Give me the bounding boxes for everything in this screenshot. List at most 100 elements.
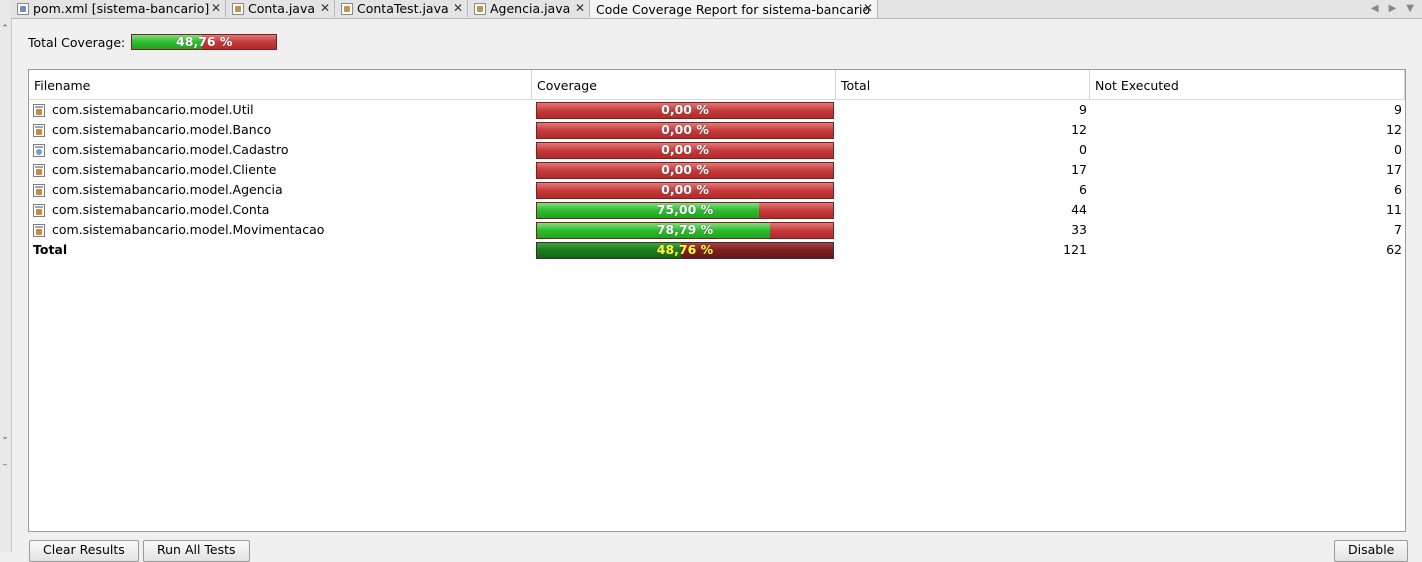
column-header-not-executed[interactable]: Not Executed xyxy=(1090,70,1405,99)
java-interface-icon xyxy=(33,143,45,157)
not-executed-cell: 7 xyxy=(1394,222,1402,237)
editor-tab-bar: pom.xml [sistema-bancario] ✕ Conta.java … xyxy=(11,0,1422,19)
filename-cell: com.sistemabancario.model.Cadastro xyxy=(33,140,533,160)
table-row[interactable]: com.sistemabancario.model.Movimentacao 78… xyxy=(29,220,1405,240)
table-header: Filename Coverage Total Not Executed xyxy=(29,70,1405,100)
column-header-filename[interactable]: Filename xyxy=(29,70,532,99)
tab-navigation: ◀ ▶ ▼ xyxy=(1371,0,1422,17)
table-row[interactable]: com.sistemabancario.model.Agencia 0,00 % 6… xyxy=(29,180,1405,200)
total-coverage-label: Total Coverage: xyxy=(28,34,126,50)
not-executed-cell: 17 xyxy=(1386,162,1402,177)
java-class-icon xyxy=(33,163,45,177)
filename-text: com.sistemabancario.model.Cliente xyxy=(52,162,277,177)
table-row[interactable]: com.sistemabancario.model.Cadastro 0,00 %… xyxy=(29,140,1405,160)
left-gutter: ⌃ ⌄ – xyxy=(0,0,12,552)
filename-text: Total xyxy=(33,242,68,257)
table-row[interactable]: com.sistemabancario.model.Util 0,00 % 9 9 xyxy=(29,100,1405,120)
close-icon[interactable]: ✕ xyxy=(320,1,330,15)
tab-coverage-report[interactable]: Code Coverage Report for sistema-bancari… xyxy=(590,0,878,18)
table-row[interactable]: com.sistemabancario.model.Cliente 0,00 % 1… xyxy=(29,160,1405,180)
coverage-percent-text: 48,76 % xyxy=(176,34,233,49)
total-coverage-bar: 48,76 % xyxy=(131,34,278,50)
not-executed-cell: 0 xyxy=(1394,142,1402,157)
run-all-tests-button[interactable]: Run All Tests xyxy=(143,540,250,562)
total-lines-cell: 6 xyxy=(1079,182,1087,197)
table-row[interactable]: com.sistemabancario.model.Banco 0,00 % 12 1… xyxy=(29,120,1405,140)
collapse-arrow-icon[interactable]: ⌃ xyxy=(1,24,9,34)
tab-label: ContaTest.java xyxy=(357,1,449,16)
filename-text: com.sistemabancario.model.Movimentacao xyxy=(52,222,325,237)
coverage-percent-text: 0,00 % xyxy=(661,122,709,137)
total-lines-cell: 9 xyxy=(1079,102,1087,117)
coverage-cell: 48,76 % xyxy=(536,240,834,260)
table-total-row[interactable]: Total 48,76 % 121 62 xyxy=(29,240,1405,260)
coverage-percent-text: 0,00 % xyxy=(661,182,709,197)
filename-text: com.sistemabancario.model.Util xyxy=(52,102,254,117)
column-header-total[interactable]: Total xyxy=(836,70,1090,99)
tab-agencia-java[interactable]: Agencia.java ✕ xyxy=(468,0,590,17)
filename-text: com.sistemabancario.model.Banco xyxy=(52,122,272,137)
coverage-cell: 0,00 % xyxy=(536,140,834,160)
coverage-percent-text: 48,76 % xyxy=(656,242,714,257)
total-lines-cell: 121 xyxy=(1063,242,1087,257)
filename-cell: com.sistemabancario.model.Banco xyxy=(33,120,533,140)
scroll-right-icon[interactable]: ▶ xyxy=(1389,3,1397,14)
java-class-icon xyxy=(33,223,45,237)
column-header-coverage[interactable]: Coverage xyxy=(532,70,836,99)
close-icon[interactable]: ✕ xyxy=(863,1,873,15)
filename-cell: com.sistemabancario.model.Conta xyxy=(33,200,533,220)
coverage-percent-text: 78,79 % xyxy=(656,222,714,237)
not-executed-cell: 6 xyxy=(1394,182,1402,197)
tab-label: Conta.java xyxy=(248,1,316,16)
coverage-bar: 0,00 % xyxy=(536,102,834,119)
filename-cell: com.sistemabancario.model.Agencia xyxy=(33,180,533,200)
coverage-bar: 78,79 % xyxy=(536,222,834,239)
close-icon[interactable]: ✕ xyxy=(211,1,221,15)
filename-cell: com.sistemabancario.model.Cliente xyxy=(33,160,533,180)
coverage-cell: 0,00 % xyxy=(536,120,834,140)
total-lines-cell: 44 xyxy=(1071,202,1087,217)
coverage-bar: 0,00 % xyxy=(536,142,834,159)
coverage-cell: 0,00 % xyxy=(536,160,834,180)
coverage-percent-text: 75,00 % xyxy=(656,202,714,217)
total-lines-cell: 12 xyxy=(1071,122,1087,137)
coverage-cell: 75,00 % xyxy=(536,200,834,220)
total-coverage-summary: Total Coverage: 48,76 % xyxy=(28,34,278,50)
expand-arrow-icon[interactable]: ⌄ xyxy=(1,432,9,442)
coverage-bar: 0,00 % xyxy=(536,162,834,179)
not-executed-cell: 12 xyxy=(1386,122,1402,137)
table-row[interactable]: com.sistemabancario.model.Conta 75,00 % 44… xyxy=(29,200,1405,220)
coverage-bar: 0,00 % xyxy=(536,122,834,139)
disable-button[interactable]: Disable xyxy=(1334,540,1409,562)
close-icon[interactable]: ✕ xyxy=(453,1,463,15)
not-executed-cell: 11 xyxy=(1386,202,1402,217)
coverage-percent-text: 0,00 % xyxy=(661,162,709,177)
coverage-percent-text: 0,00 % xyxy=(661,102,709,117)
close-icon[interactable]: ✕ xyxy=(575,1,585,15)
coverage-bar: 48,76 % xyxy=(536,242,834,259)
coverage-cell: 78,79 % xyxy=(536,220,834,240)
filename-text: com.sistemabancario.model.Conta xyxy=(52,202,270,217)
tab-label: Agencia.java xyxy=(490,1,571,16)
tab-label: pom.xml [sistema-bancario] xyxy=(33,1,210,16)
tab-contatest-java[interactable]: ContaTest.java ✕ xyxy=(335,0,468,17)
clear-results-button[interactable]: Clear Results xyxy=(29,540,139,562)
coverage-bar: 75,00 % xyxy=(536,202,834,219)
filename-text: com.sistemabancario.model.Agencia xyxy=(52,182,283,197)
java-class-icon xyxy=(33,203,45,217)
coverage-table: Filename Coverage Total Not Executed com… xyxy=(28,69,1406,532)
coverage-percent-text: 0,00 % xyxy=(661,142,709,157)
minimize-icon[interactable]: – xyxy=(1,460,9,470)
filename-text: com.sistemabancario.model.Cadastro xyxy=(52,142,289,157)
not-executed-cell: 9 xyxy=(1394,102,1402,117)
total-lines-cell: 33 xyxy=(1071,222,1087,237)
tab-pom-xml[interactable]: pom.xml [sistema-bancario] ✕ xyxy=(11,0,226,17)
java-class-icon xyxy=(33,183,45,197)
tab-conta-java[interactable]: Conta.java ✕ xyxy=(226,0,335,17)
tab-list-dropdown-icon[interactable]: ▼ xyxy=(1406,3,1414,14)
scroll-left-icon[interactable]: ◀ xyxy=(1371,3,1379,14)
filename-cell: com.sistemabancario.model.Util xyxy=(33,100,533,120)
maven-xml-icon xyxy=(17,2,29,15)
java-class-icon xyxy=(33,123,45,137)
total-lines-cell: 0 xyxy=(1079,142,1087,157)
